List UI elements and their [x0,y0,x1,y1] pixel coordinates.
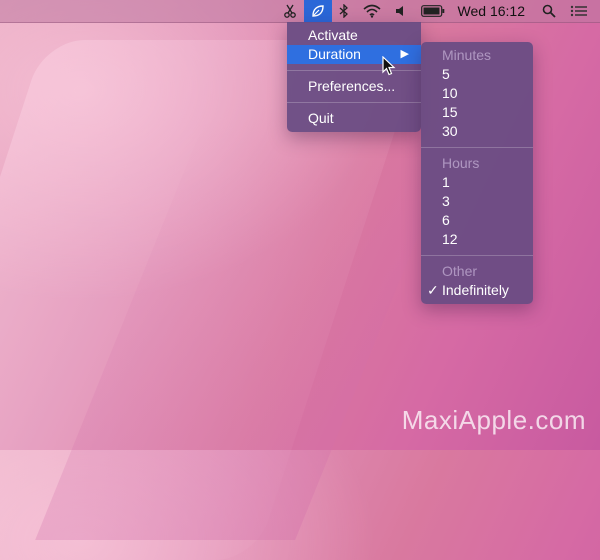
mouse-cursor-icon [382,56,396,76]
duration-option-5-min[interactable]: 5 [421,65,533,84]
duration-option-30-min[interactable]: 30 [421,122,533,141]
menu-separator [421,255,533,256]
duration-option-12-hours[interactable]: 12 [421,230,533,249]
watermark-text: MaxiApple.com [401,405,586,435]
duration-option-indefinitely-label: Indefinitely [442,282,509,298]
duration-option-3-hours[interactable]: 3 [421,192,533,211]
volume-icon[interactable] [388,0,414,22]
app-leaf-icon[interactable] [303,0,332,22]
app-dropdown-menu: Activate Duration ▶ Preferences... Quit [287,22,421,132]
checkmark-icon: ✓ [427,282,439,298]
duration-option-15-min[interactable]: 15 [421,103,533,122]
menu-separator [287,102,421,103]
menu-separator [287,70,421,71]
menu-separator [421,147,533,148]
duration-option-1-hour[interactable]: 1 [421,173,533,192]
duration-option-10-min[interactable]: 10 [421,84,533,103]
submenu-header-minutes: Minutes [442,47,492,63]
menu-item-quit[interactable]: Quit [287,109,421,128]
menu-bar-clock[interactable]: Wed 16:12 [452,0,535,22]
duration-option-indefinitely[interactable]: ✓ Indefinitely [421,281,533,300]
submenu-header-hours: Hours [442,155,480,171]
duration-submenu: Minutes 5 10 15 30 Hours 1 3 6 12 Other … [421,42,533,304]
duration-option-6-hours[interactable]: 6 [421,211,533,230]
submenu-arrow-icon: ▶ [400,48,409,60]
list-icon[interactable] [563,0,600,22]
menu-item-duration-label: Duration [308,46,361,62]
menu-bar: Wed 16:12 [0,0,600,23]
wifi-icon[interactable] [356,0,388,22]
menu-item-activate[interactable]: Activate [287,26,421,45]
submenu-header-other: Other [442,263,478,279]
menu-item-preferences[interactable]: Preferences... [287,77,421,96]
search-icon[interactable] [535,0,563,22]
bluetooth-icon[interactable] [332,0,356,22]
battery-icon[interactable] [414,0,452,22]
menu-item-duration[interactable]: Duration ▶ [287,45,421,64]
scissors-icon[interactable] [276,0,304,22]
